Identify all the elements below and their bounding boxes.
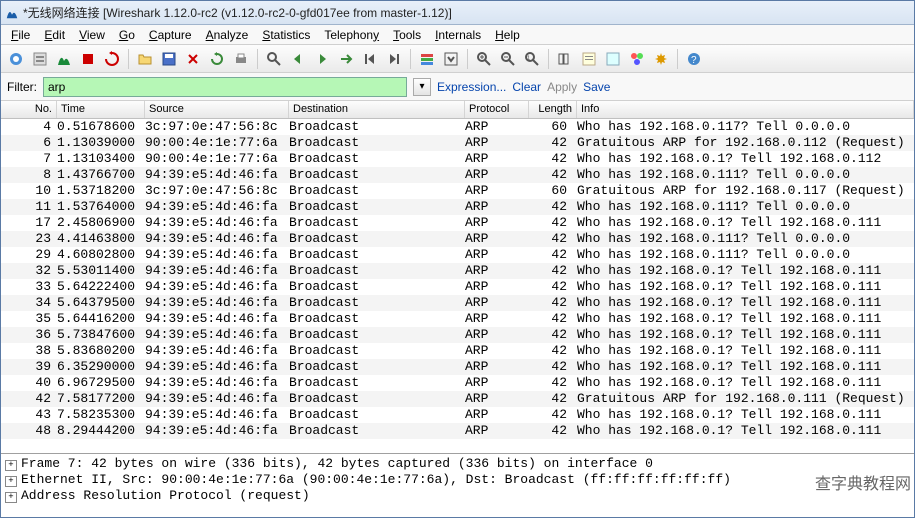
auto-scroll-icon[interactable] (440, 48, 462, 70)
go-first-icon[interactable] (359, 48, 381, 70)
packet-row[interactable]: 345.6437950094:39:e5:4d:46:faBroadcastAR… (1, 295, 914, 311)
go-forward-icon[interactable] (311, 48, 333, 70)
packet-row[interactable]: 101.537182003c:97:0e:47:56:8cBroadcastAR… (1, 183, 914, 199)
packet-row[interactable]: 365.7384760094:39:e5:4d:46:faBroadcastAR… (1, 327, 914, 343)
reload-icon[interactable] (206, 48, 228, 70)
packet-row[interactable]: 437.5823530094:39:e5:4d:46:faBroadcastAR… (1, 407, 914, 423)
main-toolbar: 1 ? (1, 45, 914, 73)
go-last-icon[interactable] (383, 48, 405, 70)
packet-row[interactable]: 385.8368020094:39:e5:4d:46:faBroadcastAR… (1, 343, 914, 359)
packet-row[interactable]: 71.1310340090:00:4e:1e:77:6aBroadcastARP… (1, 151, 914, 167)
packet-list[interactable]: 40.516786003c:97:0e:47:56:8cBroadcastARP… (1, 119, 914, 453)
packet-row[interactable]: 427.5817720094:39:e5:4d:46:faBroadcastAR… (1, 391, 914, 407)
packet-row[interactable]: 396.3529000094:39:e5:4d:46:faBroadcastAR… (1, 359, 914, 375)
filter-dropdown-button[interactable]: ▾ (413, 78, 431, 96)
packet-row[interactable]: 406.9672950094:39:e5:4d:46:faBroadcastAR… (1, 375, 914, 391)
col-source[interactable]: Source (145, 101, 289, 118)
col-time[interactable]: Time (57, 101, 145, 118)
col-no[interactable]: No. (1, 101, 57, 118)
packet-row[interactable]: 355.6441620094:39:e5:4d:46:faBroadcastAR… (1, 311, 914, 327)
menu-statistics[interactable]: Statistics (256, 26, 316, 44)
display-filter-input[interactable] (44, 80, 406, 94)
menu-view[interactable]: View (73, 26, 111, 44)
filter-input-container[interactable] (43, 77, 407, 97)
col-proto[interactable]: Protocol (465, 101, 529, 118)
colorize-icon[interactable] (416, 48, 438, 70)
restart-capture-icon[interactable] (101, 48, 123, 70)
start-capture-icon[interactable] (53, 48, 75, 70)
filter-toolbar: Filter: ▾ Expression... Clear Apply Save (1, 73, 914, 101)
col-dest[interactable]: Destination (289, 101, 465, 118)
save-file-icon[interactable] (158, 48, 180, 70)
packet-row[interactable]: 325.5301140094:39:e5:4d:46:faBroadcastAR… (1, 263, 914, 279)
find-icon[interactable] (263, 48, 285, 70)
tree-item[interactable]: +Ethernet II, Src: 90:00:4e:1e:77:6a (90… (5, 472, 914, 488)
menu-internals[interactable]: Internals (429, 26, 487, 44)
packet-row[interactable]: 234.4146380094:39:e5:4d:46:faBroadcastAR… (1, 231, 914, 247)
clear-button[interactable]: Clear (512, 80, 541, 94)
print-icon[interactable] (230, 48, 252, 70)
close-file-icon[interactable] (182, 48, 204, 70)
menu-file[interactable]: File (5, 26, 36, 44)
packet-row[interactable]: 81.4376670094:39:e5:4d:46:faBroadcastARP… (1, 167, 914, 183)
packet-row[interactable]: 335.6422240094:39:e5:4d:46:faBroadcastAR… (1, 279, 914, 295)
menu-telephony[interactable]: Telephony (318, 26, 385, 44)
menu-go[interactable]: Go (113, 26, 141, 44)
open-file-icon[interactable] (134, 48, 156, 70)
coloring-rules-icon[interactable] (626, 48, 648, 70)
menu-capture[interactable]: Capture (143, 26, 198, 44)
menubar: File Edit View Go Capture Analyze Statis… (1, 25, 914, 45)
window-titlebar: *无线网络连接 [Wireshark 1.12.0-rc2 (v1.12.0-r… (1, 1, 914, 25)
expand-icon[interactable]: + (5, 460, 17, 471)
menu-edit[interactable]: Edit (38, 26, 71, 44)
capture-filters-icon[interactable] (578, 48, 600, 70)
packet-row[interactable]: 61.1303900090:00:4e:1e:77:6aBroadcastARP… (1, 135, 914, 151)
packet-details-pane[interactable]: +Frame 7: 42 bytes on wire (336 bits), 4… (1, 453, 914, 511)
apply-button[interactable]: Apply (547, 80, 577, 94)
menu-analyze[interactable]: Analyze (200, 26, 255, 44)
packet-row[interactable]: 294.6080280094:39:e5:4d:46:faBroadcastAR… (1, 247, 914, 263)
window-title: *无线网络连接 [Wireshark 1.12.0-rc2 (v1.12.0-r… (23, 4, 452, 21)
packet-row[interactable]: 488.2944420094:39:e5:4d:46:faBroadcastAR… (1, 423, 914, 439)
expand-icon[interactable]: + (5, 476, 17, 487)
go-back-icon[interactable] (287, 48, 309, 70)
filter-label: Filter: (7, 80, 37, 94)
menu-tools[interactable]: Tools (387, 26, 427, 44)
interfaces-icon[interactable] (5, 48, 27, 70)
svg-text:?: ? (691, 55, 697, 66)
app-icon (5, 6, 19, 20)
packet-row[interactable]: 111.5376400094:39:e5:4d:46:faBroadcastAR… (1, 199, 914, 215)
zoom-out-icon[interactable] (497, 48, 519, 70)
packet-row[interactable]: 40.516786003c:97:0e:47:56:8cBroadcastARP… (1, 119, 914, 135)
packet-row[interactable]: 172.4580690094:39:e5:4d:46:faBroadcastAR… (1, 215, 914, 231)
options-icon[interactable] (29, 48, 51, 70)
col-length[interactable]: Length (529, 101, 577, 118)
zoom-100-icon[interactable]: 1 (521, 48, 543, 70)
tree-item[interactable]: +Frame 7: 42 bytes on wire (336 bits), 4… (5, 456, 914, 472)
preferences-icon[interactable] (650, 48, 672, 70)
packet-list-header: No. Time Source Destination Protocol Len… (1, 101, 914, 119)
menu-help[interactable]: Help (489, 26, 526, 44)
tree-item[interactable]: +Address Resolution Protocol (request) (5, 488, 914, 504)
resize-columns-icon[interactable] (554, 48, 576, 70)
stop-capture-icon[interactable] (77, 48, 99, 70)
help-icon[interactable]: ? (683, 48, 705, 70)
expression-button[interactable]: Expression... (437, 80, 506, 94)
zoom-in-icon[interactable] (473, 48, 495, 70)
display-filters-icon[interactable] (602, 48, 624, 70)
go-to-packet-icon[interactable] (335, 48, 357, 70)
expand-icon[interactable]: + (5, 492, 17, 503)
save-button[interactable]: Save (583, 80, 610, 94)
col-info[interactable]: Info (577, 101, 914, 118)
